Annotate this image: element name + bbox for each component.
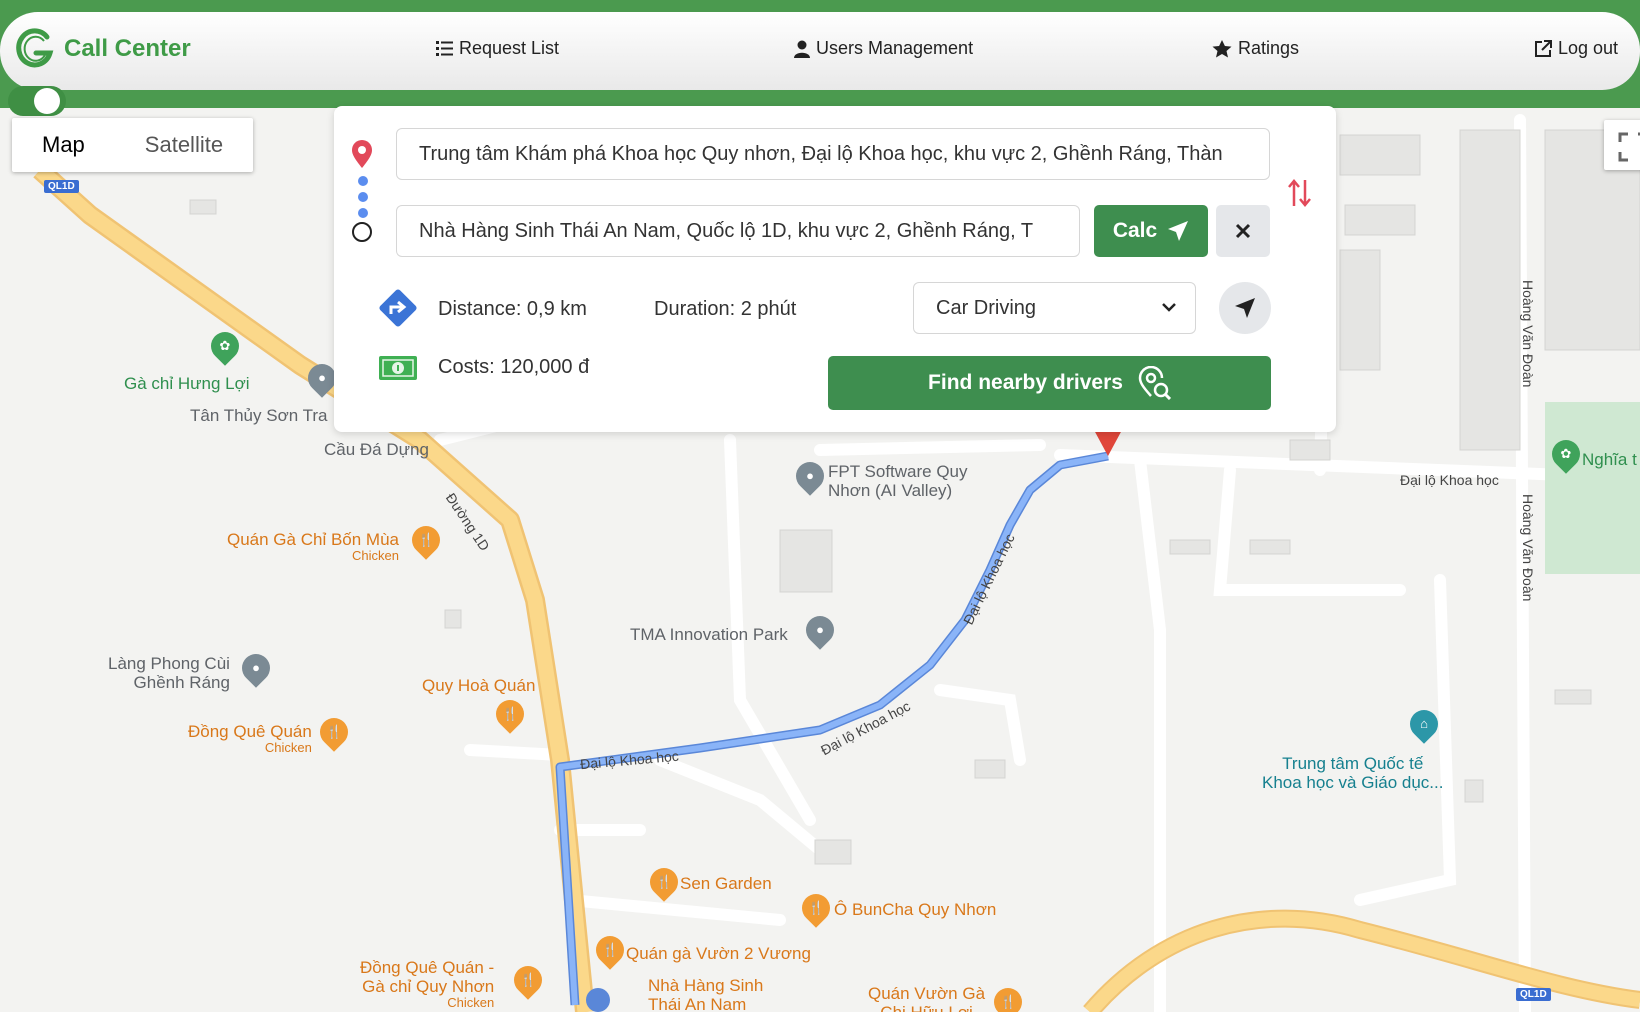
poi-line1: Đồng Quê Quán - — [360, 958, 495, 977]
call-center-app: ✿ Gà chỉ Hưng Lợi ● Tân Thủy Sơn Tra Cầu… — [0, 0, 1640, 1012]
poi-quan-vuon-ga[interactable]: Quán Vườn Gà Chị Hữu Lợi — [868, 984, 985, 1012]
poi-line1: Quán Vườn Gà — [868, 984, 986, 1003]
poi-name: Đồng Quê Quán — [188, 722, 312, 741]
close-icon — [1235, 223, 1251, 239]
poi-dong-que-quan-2[interactable]: Đồng Quê Quán - Gà chỉ Quy Nhơn Chicken — [360, 958, 494, 1010]
money-icon — [379, 356, 417, 380]
route-panel: Trung tâm Khám phá Khoa học Quy nhơn, Đạ… — [334, 106, 1336, 432]
paper-plane-icon — [1168, 221, 1189, 241]
road-label-dai-lo-khoa-hoc: Đại lộ Khoa học — [1400, 472, 1499, 488]
current-location-button[interactable] — [1219, 282, 1271, 334]
external-link-icon — [1535, 39, 1552, 57]
costs-text: Costs: 120,000 đ — [438, 356, 590, 378]
poi-quy-hoa-quan[interactable]: Quy Hoà Quán — [422, 676, 535, 695]
fullscreen-button[interactable] — [1604, 120, 1640, 170]
poi-fpt-software[interactable]: FPT Software Quy Nhơn (AI Valley) — [828, 462, 968, 500]
fullscreen-icon — [1618, 132, 1640, 162]
find-drivers-label: Find nearby drivers — [928, 371, 1123, 394]
nav-request-list[interactable]: Request List — [436, 38, 559, 59]
poi-line1: FPT Software Quy — [828, 462, 968, 481]
poi-quan-ga-vuon[interactable]: Quán gà Vườn 2 Vương — [626, 944, 811, 963]
map-type-satellite[interactable]: Satellite — [115, 118, 253, 172]
travel-mode-value: Car Driving — [936, 297, 1037, 319]
location-search-icon — [1138, 366, 1171, 400]
poi-quan-ga-chi-bon-mua[interactable]: Quán Gà Chỉ Bốn Mùa Chicken — [227, 530, 399, 563]
directions-icon — [379, 289, 417, 327]
header-nav: Call Center Request List Users Managemen… — [0, 12, 1640, 90]
swap-arrows-icon[interactable] — [1288, 178, 1312, 208]
road-label-hoang-van-doan: Hoàng Văn Đoàn — [1520, 280, 1536, 388]
find-nearby-drivers-button[interactable]: Find nearby drivers — [828, 356, 1271, 410]
poi-line2: Thái An Nam — [648, 995, 747, 1012]
nav-label: Log out — [1558, 38, 1619, 58]
user-icon — [794, 40, 810, 58]
route-dots-icon — [358, 176, 368, 218]
poi-o-buncha[interactable]: Ô BunCha Quy Nhơn — [834, 900, 996, 919]
poi-line2: Nhơn (AI Valley) — [828, 481, 953, 500]
duration-text: Duration: 2 phút — [654, 298, 797, 320]
highway-shield: QL1D — [44, 180, 79, 193]
brand[interactable]: Call Center — [14, 26, 191, 72]
poi-line2: Chị Hữu Lợi — [880, 1003, 972, 1012]
nav-ratings[interactable]: Ratings — [1212, 38, 1299, 59]
destination-circle-icon — [352, 222, 372, 242]
poi-trung-tam-quoc-te[interactable]: Trung tâm Quốc tế Khoa học và Giáo dục..… — [1262, 754, 1443, 792]
poi-nha-hang-sinh-thai[interactable]: Nhà Hàng Sinh Thái An Nam — [648, 976, 763, 1012]
road-label-hoang-van-doan: Hoàng Văn Đoàn — [1520, 494, 1536, 602]
poi-line2: Ghềnh Ráng — [133, 673, 230, 692]
calc-button[interactable]: Calc — [1094, 205, 1208, 257]
poi-line2: Gà chỉ Quy Nhơn — [362, 977, 495, 996]
poi-tan-thuy-son-tra[interactable]: Tân Thủy Sơn Tra — [190, 406, 327, 425]
nav-logout[interactable]: Log out — [1534, 38, 1618, 59]
logo-icon — [14, 26, 56, 72]
poi-tma-innovation-park[interactable]: TMA Innovation Park — [630, 625, 788, 644]
travel-mode-select[interactable]: Car Driving — [913, 282, 1196, 334]
poi-cau-da-dung[interactable]: Cầu Đá Dựng — [324, 440, 429, 459]
origin-marker-icon — [352, 140, 372, 168]
destination-input[interactable]: Nhà Hàng Sinh Thái An Nam, Quốc lộ 1D, k… — [396, 205, 1080, 257]
nav-users-management[interactable]: Users Management — [794, 38, 973, 59]
nav-label: Request List — [459, 38, 560, 58]
nav-label: Ratings — [1238, 38, 1300, 58]
highway-shield: QL1D — [1516, 988, 1551, 1001]
navigation-arrow-icon — [1235, 298, 1255, 318]
list-icon — [436, 41, 453, 56]
poi-dong-que-quan[interactable]: Đồng Quê Quán Chicken — [188, 722, 312, 755]
nav-label: Users Management — [816, 38, 974, 58]
poi-sen-garden[interactable]: Sen Garden — [680, 874, 772, 893]
poi-line2: Khoa học và Giáo dục... — [1262, 773, 1444, 792]
poi-name: Quán Gà Chỉ Bốn Mùa — [227, 530, 399, 549]
map-type-control: Map Satellite — [12, 118, 254, 172]
poi-ga-chi-hung-loi[interactable]: Gà chỉ Hưng Lợi — [124, 374, 250, 393]
chevron-down-icon — [1162, 303, 1176, 312]
star-icon — [1212, 39, 1232, 57]
poi-line1: Làng Phong Cùi — [108, 654, 230, 673]
origin-input[interactable]: Trung tâm Khám phá Khoa học Quy nhơn, Đạ… — [396, 128, 1270, 180]
distance-text: Distance: 0,9 km — [438, 298, 587, 320]
sidebar-toggle-switch[interactable] — [8, 86, 66, 116]
calc-label: Calc — [1112, 219, 1158, 242]
brand-name: Call Center — [64, 35, 191, 62]
poi-category: Chicken — [264, 740, 312, 755]
toggle-knob — [34, 88, 60, 114]
poi-lang-phong-cui[interactable]: Làng Phong Cùi Ghềnh Ráng — [108, 654, 230, 692]
clear-button[interactable] — [1216, 205, 1270, 257]
poi-line1: Nhà Hàng Sinh — [648, 976, 764, 995]
poi-category: Chicken — [447, 995, 495, 1010]
map-type-map[interactable]: Map — [12, 118, 115, 172]
poi-nghia-trang[interactable]: Nghĩa t — [1582, 450, 1637, 469]
poi-category: Chicken — [352, 548, 399, 563]
poi-line1: Trung tâm Quốc tế — [1282, 754, 1424, 773]
